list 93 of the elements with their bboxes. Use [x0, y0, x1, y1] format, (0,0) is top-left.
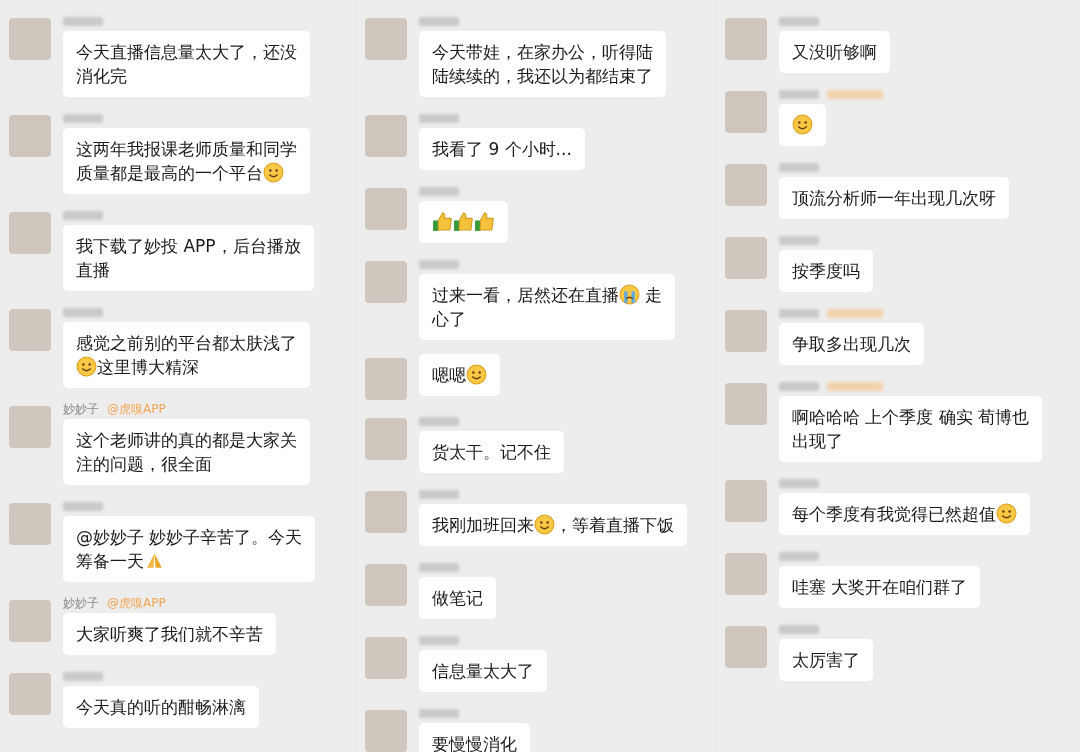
- avatar-image: [9, 18, 51, 60]
- thumbs-up-icon: [453, 211, 474, 232]
- avatar-image: [9, 309, 51, 351]
- smiley-icon: [466, 364, 487, 385]
- message-bubble: 今天直播信息量太大了，还没 消化完: [63, 31, 310, 97]
- blurred-name: [63, 210, 103, 220]
- message-bubble: 信息量太大了: [419, 650, 547, 692]
- message-bubble: @妙妙子 妙妙子辛苦了。今天 筹备一天: [63, 516, 316, 582]
- blurred-name: [419, 562, 459, 572]
- avatar-image: [9, 673, 51, 715]
- message-bubble: 做笔记: [419, 577, 496, 619]
- blurred-name: [779, 478, 819, 488]
- blurred-name: [419, 113, 459, 123]
- blurred-name: [779, 89, 819, 99]
- message-bubble: 今天带娃，在家办公，听得陆 陆续续的，我还以为都结束了: [419, 31, 666, 97]
- blurred-name: [63, 307, 103, 317]
- avatar-image: [365, 261, 407, 303]
- message-bubble: 又没听够啊: [779, 31, 890, 73]
- message-bubble: 我下载了妙投 APP，后台播放 直播: [63, 225, 314, 291]
- smiley-icon: [534, 514, 555, 535]
- avatar-image: [9, 212, 51, 254]
- blurred-tag: [827, 308, 883, 318]
- smiley-icon: [792, 114, 813, 135]
- avatar-image: [725, 91, 767, 133]
- smiley-icon: [76, 356, 97, 377]
- blurred-tag: [827, 89, 883, 99]
- avatar-image: [365, 491, 407, 533]
- avatar-image: [365, 115, 407, 157]
- blurred-name: [779, 308, 819, 318]
- blurred-name: [419, 708, 459, 718]
- avatar-image: [365, 710, 407, 752]
- sender-tag: @虎嗅APP: [107, 400, 166, 418]
- avatar-image: [9, 406, 51, 448]
- sender-tag: @虎嗅APP: [107, 594, 166, 612]
- message-bubble: 争取多出现几次: [779, 323, 924, 365]
- blurred-name: [63, 113, 103, 123]
- message-bubble: 每个季度有我觉得已然超值: [779, 493, 1030, 535]
- blurred-name: [419, 635, 459, 645]
- avatar-image: [725, 18, 767, 60]
- blurred-name: [779, 381, 819, 391]
- blurred-name: [779, 16, 819, 26]
- message-bubble: 这个老师讲的真的都是大家关 注的问题，很全面: [63, 419, 310, 485]
- blurred-name: [779, 162, 819, 172]
- avatar-image: [365, 564, 407, 606]
- message-bubble: 太厉害了: [779, 639, 873, 681]
- blurred-name: [419, 186, 459, 196]
- blurred-name: [63, 16, 103, 26]
- message-bubble: 这两年我报课老师质量和同学 质量都是最高的一个平台: [63, 128, 310, 194]
- message-bubble: 啊哈哈哈 上个季度 确实 荀博也 出现了: [779, 396, 1043, 462]
- message-bubble: 我看了 9 个小时...: [419, 128, 585, 170]
- blurred-name: [419, 489, 459, 499]
- avatar-image: [725, 310, 767, 352]
- message-bubble: 今天真的听的酣畅淋漓: [63, 686, 259, 728]
- message-bubble: 大家听爽了我们就不辛苦: [63, 613, 276, 655]
- avatar-image: [725, 553, 767, 595]
- avatar-image: [725, 480, 767, 522]
- avatar-image: [725, 383, 767, 425]
- message-bubble: 顶流分析师一年出现几次呀: [779, 177, 1009, 219]
- message-bubble: 过来一看，居然还在直播 走 心了: [419, 274, 676, 340]
- message-bubble: 按季度吗: [779, 250, 873, 292]
- sender-name: 妙妙子: [63, 594, 99, 612]
- blurred-name: [779, 235, 819, 245]
- message-bubble: 我刚加班回来 ，等着直播下饭: [419, 504, 687, 546]
- blurred-name: [419, 416, 459, 426]
- message-bubble: 货太干。记不住: [419, 431, 564, 473]
- avatar-image: [365, 637, 407, 679]
- message-bubble: 感觉之前别的平台都太肤浅了 这里博大精深: [63, 322, 310, 388]
- smiley-icon: [263, 162, 284, 183]
- blurred-name: [63, 501, 103, 511]
- blurred-name: [63, 671, 103, 681]
- avatar-image: [9, 115, 51, 157]
- crying-face-icon: [619, 284, 640, 305]
- blurred-tag: [827, 381, 883, 391]
- avatar-image: [9, 503, 51, 545]
- avatar-image: [9, 600, 51, 642]
- avatar-image: [725, 164, 767, 206]
- avatar-image: [365, 18, 407, 60]
- avatar-image: [725, 626, 767, 668]
- avatar-image: [365, 358, 407, 400]
- blurred-name: [419, 16, 459, 26]
- sender-name: 妙妙子: [63, 400, 99, 418]
- blurred-name: [779, 551, 819, 561]
- avatar-image: [725, 237, 767, 279]
- message-bubble: 嗯嗯: [419, 354, 500, 396]
- thumbs-up-icon: [432, 211, 453, 232]
- message-bubble: 要慢慢消化: [419, 723, 530, 752]
- thumbs-up-icon: [474, 211, 495, 232]
- blurred-name: [779, 624, 819, 634]
- blurred-name: [419, 259, 459, 269]
- avatar-image: [365, 188, 407, 230]
- message-bubble: 哇塞 大奖开在咱们群了: [779, 566, 981, 608]
- avatar-image: [365, 418, 407, 460]
- smiley-icon: [996, 503, 1017, 524]
